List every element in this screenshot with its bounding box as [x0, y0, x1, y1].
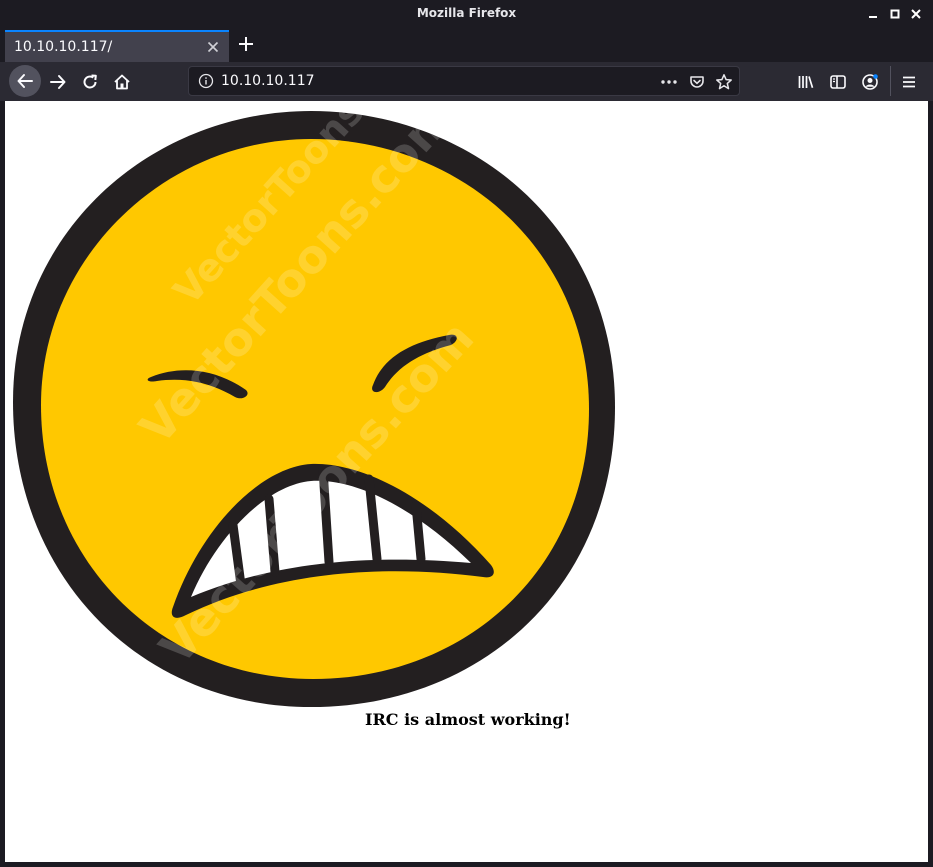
reload-button[interactable]: [75, 67, 105, 97]
window-title: Mozilla Firefox: [416, 6, 517, 20]
address-bar[interactable]: 10.10.10.117: [188, 66, 740, 96]
account-icon: [862, 74, 878, 90]
account-button[interactable]: [855, 67, 885, 97]
library-button[interactable]: [791, 67, 821, 97]
window-titlebar: Mozilla Firefox: [0, 0, 933, 28]
home-button[interactable]: [107, 67, 137, 97]
arrow-left-icon: [17, 74, 33, 88]
info-icon[interactable]: [198, 73, 214, 89]
page-content: VectorToons.com VectorToons.com VectorTo…: [5, 101, 928, 862]
more-dots-icon: [661, 80, 677, 84]
minimize-icon: [869, 16, 877, 18]
tab-close-icon[interactable]: [205, 39, 221, 55]
home-icon: [114, 74, 130, 90]
page-caption: IRC is almost working!: [365, 710, 571, 729]
window-bottom-border: [0, 862, 933, 867]
pocket-button[interactable]: [688, 73, 706, 91]
back-button[interactable]: [9, 65, 41, 97]
close-icon: [911, 9, 921, 19]
new-tab-plus-icon[interactable]: [236, 34, 256, 54]
bookmark-star-button[interactable]: [715, 73, 733, 91]
maximize-icon: [890, 9, 900, 19]
maximize-button[interactable]: [886, 5, 904, 23]
sidebar-icon: [830, 75, 846, 89]
url-text[interactable]: 10.10.10.117: [221, 73, 315, 89]
page-actions-button[interactable]: [660, 73, 678, 91]
toolbar-divider: [890, 66, 891, 96]
hamburger-menu-icon: [903, 76, 915, 88]
arrow-right-icon: [50, 75, 66, 89]
close-window-button[interactable]: [907, 5, 925, 23]
pocket-icon: [690, 76, 704, 88]
reload-icon: [83, 74, 97, 89]
tab-strip: 10.10.10.117/: [0, 28, 933, 62]
minimize-button[interactable]: [864, 5, 882, 23]
angry-face-image: VectorToons.com VectorToons.com VectorTo…: [13, 107, 615, 707]
tab-active[interactable]: 10.10.10.117/: [5, 30, 229, 62]
library-icon: [798, 76, 814, 89]
navigation-toolbar: 10.10.10.117: [0, 62, 933, 101]
menu-button[interactable]: [894, 67, 924, 97]
star-icon: [716, 74, 732, 90]
sidebar-button[interactable]: [823, 67, 853, 97]
forward-button[interactable]: [43, 67, 73, 97]
tab-title: 10.10.10.117/: [14, 39, 113, 55]
